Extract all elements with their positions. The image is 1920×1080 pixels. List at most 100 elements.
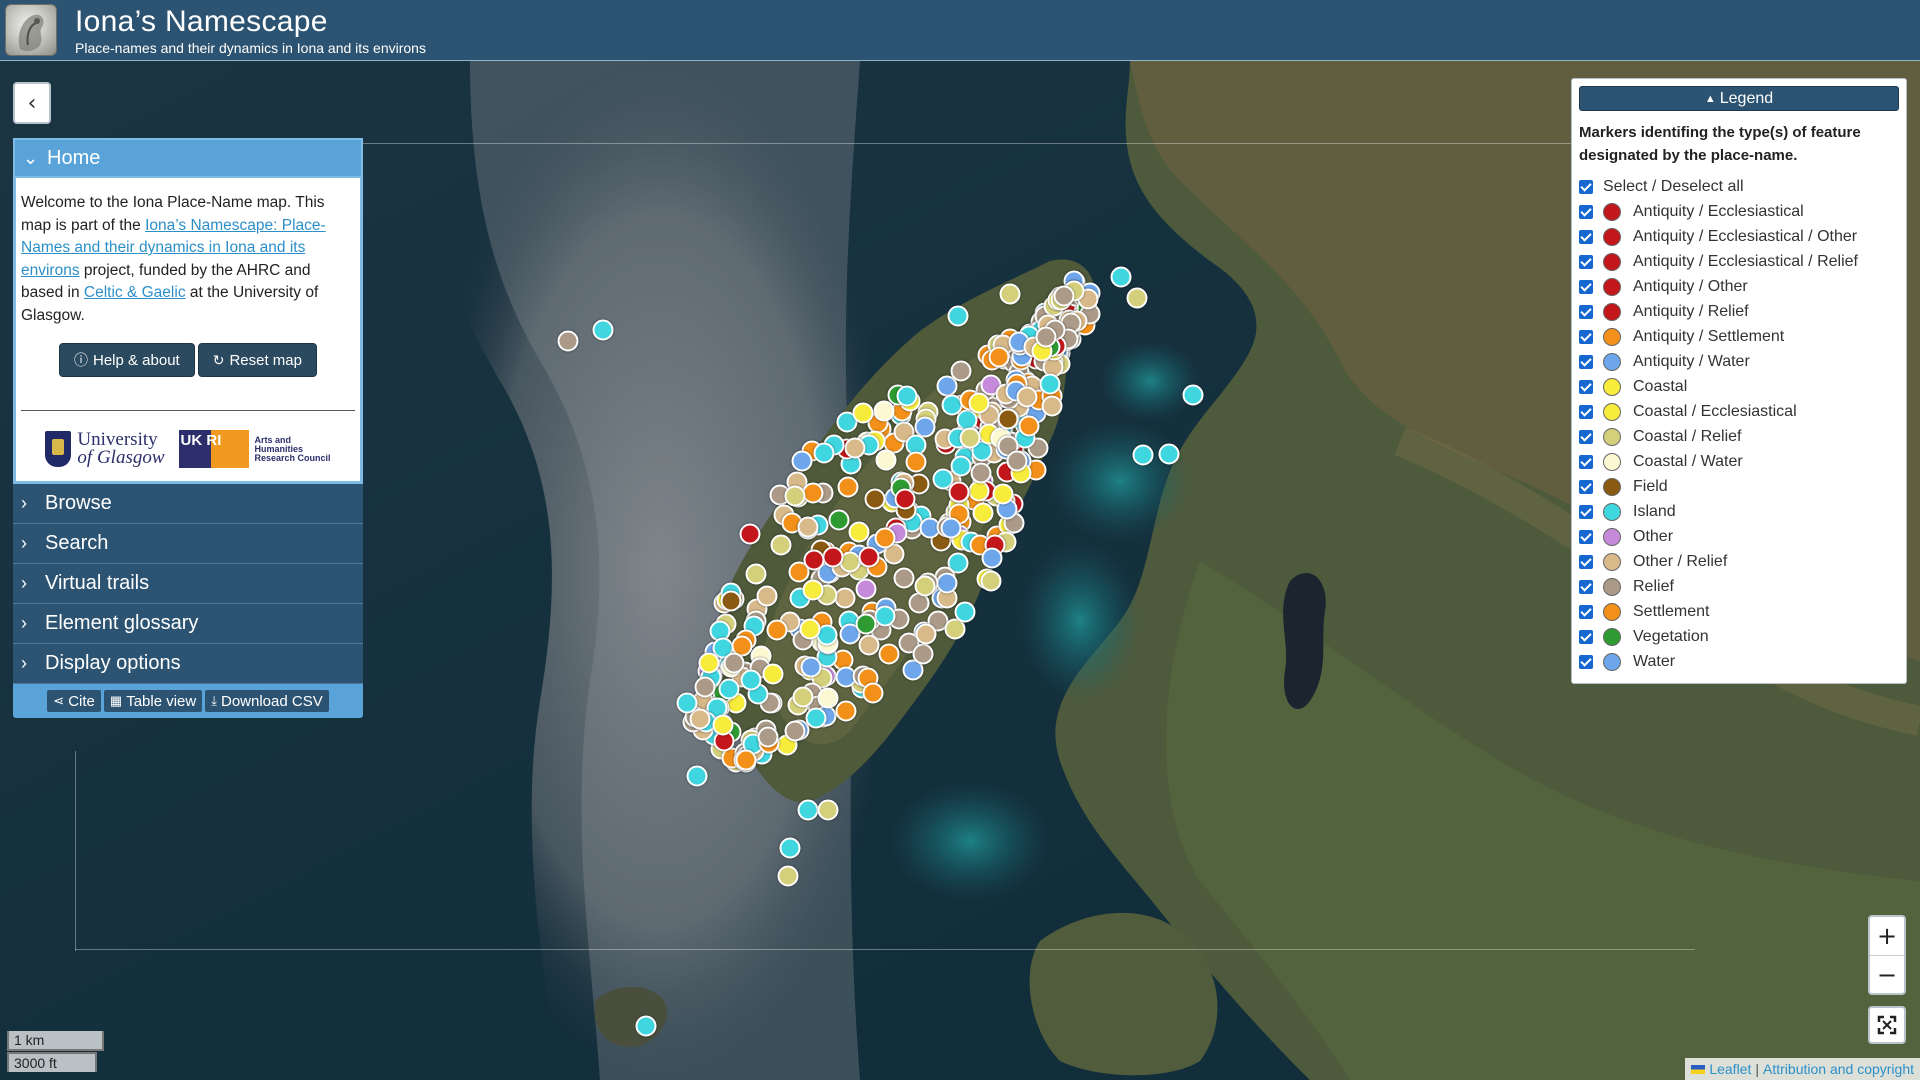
place-name-marker[interactable] (817, 687, 839, 708)
legend-checkbox[interactable] (1579, 279, 1593, 294)
place-name-marker[interactable] (912, 643, 934, 665)
place-name-marker[interactable] (940, 517, 962, 539)
attribution-link[interactable]: Attribution and copyright (1763, 1061, 1914, 1077)
place-name-marker[interactable] (813, 442, 835, 464)
place-name-marker[interactable] (723, 652, 745, 674)
reset-map-button[interactable]: ↻ Reset map (197, 343, 317, 377)
place-name-marker[interactable] (1126, 287, 1148, 309)
place-name-marker[interactable] (855, 578, 877, 600)
download-csv-button[interactable]: ⤓ Download CSV (205, 690, 329, 712)
place-name-marker[interactable] (694, 676, 716, 698)
celtic-gaelic-link[interactable]: Celtic & Gaelic (84, 284, 186, 301)
place-name-marker[interactable] (784, 720, 806, 742)
legend-item[interactable]: Antiquity / Water (1579, 349, 1899, 374)
legend-checkbox[interactable] (1579, 204, 1593, 219)
place-name-marker[interactable] (837, 476, 859, 498)
place-name-marker[interactable] (766, 619, 788, 641)
place-name-marker[interactable] (948, 481, 970, 503)
collapse-sidebar-button[interactable]: ‹ (13, 82, 51, 124)
place-name-marker[interactable] (936, 572, 958, 594)
place-name-marker[interactable] (1132, 444, 1154, 466)
legend-item[interactable]: Antiquity / Ecclesiastical / Relief (1579, 249, 1899, 274)
legend-item[interactable]: Antiquity / Relief (1579, 299, 1899, 324)
place-name-marker[interactable] (834, 587, 856, 609)
legend-item[interactable]: Coastal / Water (1579, 449, 1899, 474)
legend-checkbox[interactable] (1579, 379, 1593, 394)
legend-item[interactable]: Settlement (1579, 599, 1899, 624)
legend-checkbox[interactable] (1579, 604, 1593, 619)
legend-item[interactable]: Antiquity / Settlement (1579, 324, 1899, 349)
legend-checkbox[interactable] (1579, 304, 1593, 319)
place-name-marker[interactable] (894, 488, 916, 510)
legend-item[interactable]: Antiquity / Other (1579, 274, 1899, 299)
place-name-marker[interactable] (800, 656, 822, 678)
legend-checkbox[interactable] (1579, 454, 1593, 469)
place-name-marker[interactable] (698, 652, 720, 674)
university-of-glasgow-logo[interactable]: University of Glasgow (45, 430, 165, 467)
place-name-marker[interactable] (1018, 415, 1040, 437)
legend-checkbox[interactable] (1579, 354, 1593, 369)
place-name-marker[interactable] (784, 485, 806, 507)
place-name-marker[interactable] (862, 682, 884, 704)
place-name-marker[interactable] (835, 700, 857, 722)
legend-item[interactable]: Antiquity / Ecclesiastical / Other (1579, 224, 1899, 249)
legend-item[interactable]: Coastal (1579, 374, 1899, 399)
place-name-marker[interactable] (893, 567, 915, 589)
place-name-marker[interactable] (1041, 395, 1063, 417)
zoom-out-button[interactable]: − (1870, 955, 1904, 993)
checkbox-select-all[interactable] (1579, 179, 1593, 194)
place-name-marker[interactable] (864, 488, 886, 510)
place-name-marker[interactable] (873, 400, 895, 422)
cite-button[interactable]: ⋖ Cite (47, 690, 101, 712)
fullscreen-button[interactable] (1868, 1006, 1906, 1044)
place-name-marker[interactable] (980, 570, 1002, 592)
legend-checkbox[interactable] (1579, 579, 1593, 594)
place-name-marker[interactable] (557, 330, 579, 352)
legend-item[interactable]: Field (1579, 474, 1899, 499)
leaflet-link[interactable]: Leaflet (1709, 1061, 1751, 1077)
place-name-marker[interactable] (686, 765, 708, 787)
place-name-marker[interactable] (999, 283, 1021, 305)
place-name-marker[interactable] (770, 534, 792, 556)
legend-item[interactable]: Coastal / Ecclesiastical (1579, 399, 1899, 424)
place-name-marker[interactable] (874, 605, 896, 627)
accordion-display-options[interactable]: › Display options (13, 644, 363, 684)
place-name-marker[interactable] (855, 613, 877, 635)
legend-select-all[interactable]: Select / Deselect all (1579, 174, 1899, 199)
place-name-marker[interactable] (791, 450, 813, 472)
legend-item[interactable]: Relief (1579, 574, 1899, 599)
place-name-marker[interactable] (878, 643, 900, 665)
place-name-marker[interactable] (779, 837, 801, 859)
place-name-marker[interactable] (905, 451, 927, 473)
place-name-marker[interactable] (875, 449, 897, 471)
place-name-marker[interactable] (803, 549, 825, 571)
place-name-marker[interactable] (970, 462, 992, 484)
legend-checkbox[interactable] (1579, 429, 1593, 444)
place-name-marker[interactable] (1039, 373, 1061, 395)
place-name-marker[interactable] (914, 575, 936, 597)
accordion-search[interactable]: › Search (13, 524, 363, 564)
place-name-marker[interactable] (1053, 285, 1075, 307)
table-view-button[interactable]: ▦ Table view (103, 690, 203, 712)
place-name-marker[interactable] (745, 563, 767, 585)
legend-item[interactable]: Vegetation (1579, 624, 1899, 649)
legend-item[interactable]: Other / Relief (1579, 549, 1899, 574)
accordion-element-glossary[interactable]: › Element glossary (13, 604, 363, 644)
legend-checkbox[interactable] (1579, 404, 1593, 419)
place-name-marker[interactable] (799, 618, 821, 640)
legend-item[interactable]: Water (1579, 649, 1899, 674)
legend-checkbox[interactable] (1579, 254, 1593, 269)
place-name-marker[interactable] (896, 385, 918, 407)
legend-item[interactable]: Other (1579, 524, 1899, 549)
help-about-button[interactable]: ⓘ Help & about (58, 343, 195, 377)
accordion-browse[interactable]: › Browse (13, 484, 363, 524)
place-name-marker[interactable] (858, 634, 880, 656)
place-name-marker[interactable] (992, 483, 1014, 505)
place-name-marker[interactable] (848, 521, 870, 543)
place-name-marker[interactable] (1182, 384, 1204, 406)
legend-checkbox[interactable] (1579, 554, 1593, 569)
legend-checkbox[interactable] (1579, 629, 1593, 644)
place-name-marker[interactable] (828, 509, 850, 531)
place-name-marker[interactable] (959, 427, 980, 449)
place-name-marker[interactable] (1035, 326, 1057, 348)
